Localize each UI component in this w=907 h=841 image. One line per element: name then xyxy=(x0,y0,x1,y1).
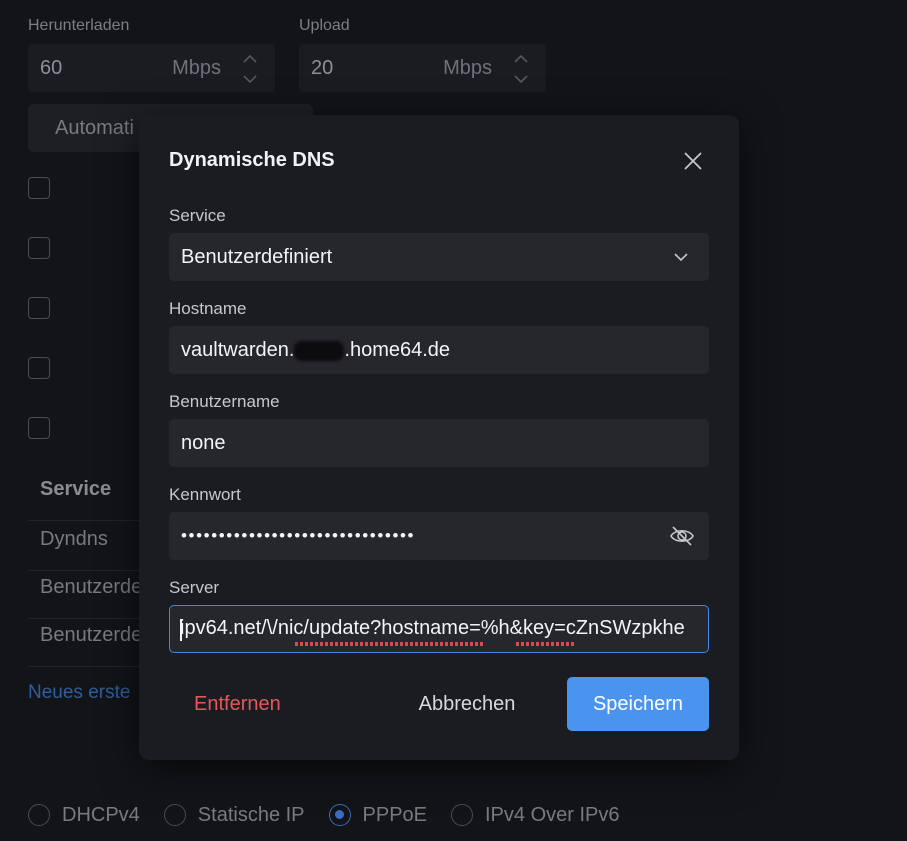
radio-label: PPPoE xyxy=(362,803,427,826)
stepper-icon[interactable] xyxy=(512,50,530,86)
service-select[interactable]: Benutzerdefiniert xyxy=(169,233,709,281)
server-value: ipv64.net/\/nic/update?hostname=%h&key=c… xyxy=(180,617,685,639)
table-cell: Benutzerde xyxy=(40,576,143,598)
radio-circle[interactable] xyxy=(163,804,186,826)
hostname-field[interactable]: vaultwarden. .home64.de xyxy=(169,326,709,374)
automatic-button-label: Automati xyxy=(55,117,134,139)
download-value: 60 xyxy=(40,57,63,79)
stepper-icon[interactable] xyxy=(241,50,259,86)
username-label: Benutzername xyxy=(169,392,280,411)
radio-static-ip[interactable]: Statische IP xyxy=(163,803,305,827)
service-value: Benutzerdefiniert xyxy=(181,246,333,268)
spellcheck-underline xyxy=(516,642,574,646)
upload-value: 20 xyxy=(311,57,334,79)
service-label: Service xyxy=(169,206,226,225)
hostname-suffix: .home64.de xyxy=(344,339,451,361)
table-cell: Benutzerde xyxy=(40,624,143,646)
radio-ipv4-over-ipv6[interactable]: IPv4 Over IPv6 xyxy=(451,804,620,827)
remove-button[interactable]: Entfernen xyxy=(169,677,309,731)
text-cursor xyxy=(180,619,182,641)
checkbox[interactable] xyxy=(28,357,50,379)
radio-label: Statische IP xyxy=(197,803,305,826)
cancel-button[interactable]: Abbrechen xyxy=(397,677,537,731)
dynamic-dns-dialog: Dynamische DNS Service Benutzerdefiniert… xyxy=(139,115,739,760)
chevron-down-icon xyxy=(674,253,688,262)
hostname-prefix: vaultwarden. xyxy=(181,339,295,361)
username-value: none xyxy=(181,432,226,454)
checkbox[interactable] xyxy=(28,297,50,319)
eye-off-icon[interactable] xyxy=(669,524,695,548)
table-header-service: Service xyxy=(40,478,112,500)
save-button[interactable]: Speichern xyxy=(567,677,709,731)
radio-circle[interactable] xyxy=(451,804,473,826)
download-unit: Mbps xyxy=(172,57,221,79)
close-icon[interactable] xyxy=(681,149,705,173)
server-label: Server xyxy=(169,578,220,597)
redacted-mark xyxy=(294,340,345,361)
radio-label: IPv4 Over IPv6 xyxy=(485,803,620,826)
checkbox[interactable] xyxy=(28,237,50,259)
dialog-title: Dynamische DNS xyxy=(169,149,335,171)
spellcheck-underline xyxy=(295,642,485,646)
radio-label: DHCPv4 xyxy=(62,803,140,826)
new-entry-link[interactable]: Neues erste xyxy=(28,682,130,704)
download-input[interactable]: 60 Mbps xyxy=(28,44,275,92)
server-field[interactable]: ipv64.net/\/nic/update?hostname=%h&key=c… xyxy=(169,605,709,653)
password-value: ••••••••••••••••••••••••••••••• xyxy=(181,526,416,545)
hostname-value: vaultwarden. .home64.de xyxy=(181,339,450,362)
upload-unit: Mbps xyxy=(443,57,492,79)
username-field[interactable]: none xyxy=(169,419,709,467)
hostname-label: Hostname xyxy=(169,299,247,318)
radio-dhcpv4[interactable]: DHCPv4 xyxy=(28,804,140,827)
upload-label: Upload xyxy=(299,17,350,34)
download-label: Herunterladen xyxy=(28,17,130,34)
connection-type-radios: DHCPv4 Statische IP PPPoE IPv4 Over IPv6 xyxy=(28,802,644,828)
radio-circle-selected[interactable] xyxy=(328,804,351,826)
radio-pppoe[interactable]: PPPoE xyxy=(328,803,427,827)
table-cell: Dyndns xyxy=(40,528,108,550)
password-label: Kennwort xyxy=(169,485,241,504)
upload-input[interactable]: 20 Mbps xyxy=(299,44,546,92)
checkbox[interactable] xyxy=(28,177,50,199)
table-row[interactable]: Benutzerde xyxy=(28,606,148,667)
checkbox[interactable] xyxy=(28,417,50,439)
password-field[interactable]: ••••••••••••••••••••••••••••••• xyxy=(169,512,709,560)
radio-circle[interactable] xyxy=(28,804,50,826)
